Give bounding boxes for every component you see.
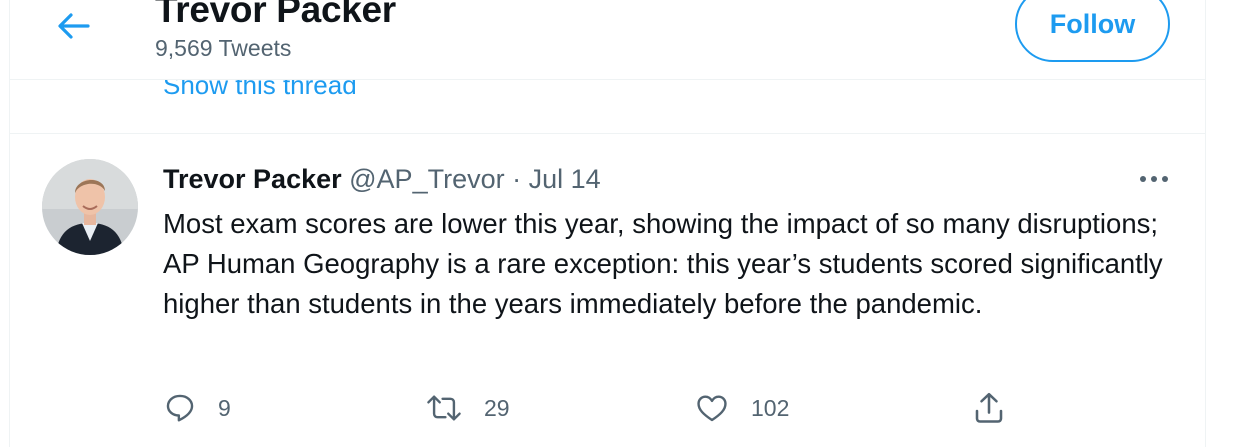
avatar-photo	[42, 159, 138, 255]
page-title: Trevor Packer	[155, 0, 396, 30]
more-icon	[1140, 176, 1168, 182]
like-count: 102	[751, 394, 790, 421]
share-icon	[975, 392, 1003, 423]
back-arrow-icon	[58, 13, 90, 39]
avatar[interactable]	[42, 159, 138, 255]
author-name[interactable]: Trevor Packer	[163, 164, 342, 194]
tweet-divider	[10, 133, 1205, 134]
like-icon	[697, 395, 727, 422]
like-button[interactable]: 102	[694, 388, 789, 428]
author-handle[interactable]: @AP_Trevor	[349, 164, 504, 194]
share-button[interactable]	[971, 388, 1007, 428]
tweet-count: 9,569 Tweets	[155, 35, 292, 61]
tweet-actions: 9 29 102	[163, 388, 1023, 428]
tweet-header: Trevor Packer @AP_Trevor · Jul 14	[163, 162, 601, 196]
back-button[interactable]	[52, 4, 96, 48]
meta-separator: ·	[512, 164, 522, 194]
retweet-icon	[427, 395, 461, 421]
reply-count: 9	[218, 394, 231, 421]
retweet-button[interactable]: 29	[425, 388, 510, 428]
tweet-text: Most exam scores are lower this year, sh…	[163, 208, 1163, 319]
profile-header: Trevor Packer 9,569 Tweets Follow	[10, 0, 1205, 80]
follow-button[interactable]: Follow	[1015, 0, 1170, 62]
column-border-right	[1205, 0, 1206, 447]
tweet-date[interactable]: Jul 14	[529, 164, 601, 194]
more-button[interactable]	[1134, 164, 1174, 194]
retweet-count: 29	[484, 394, 510, 421]
reply-button[interactable]: 9	[163, 388, 231, 428]
reply-icon	[166, 394, 194, 422]
